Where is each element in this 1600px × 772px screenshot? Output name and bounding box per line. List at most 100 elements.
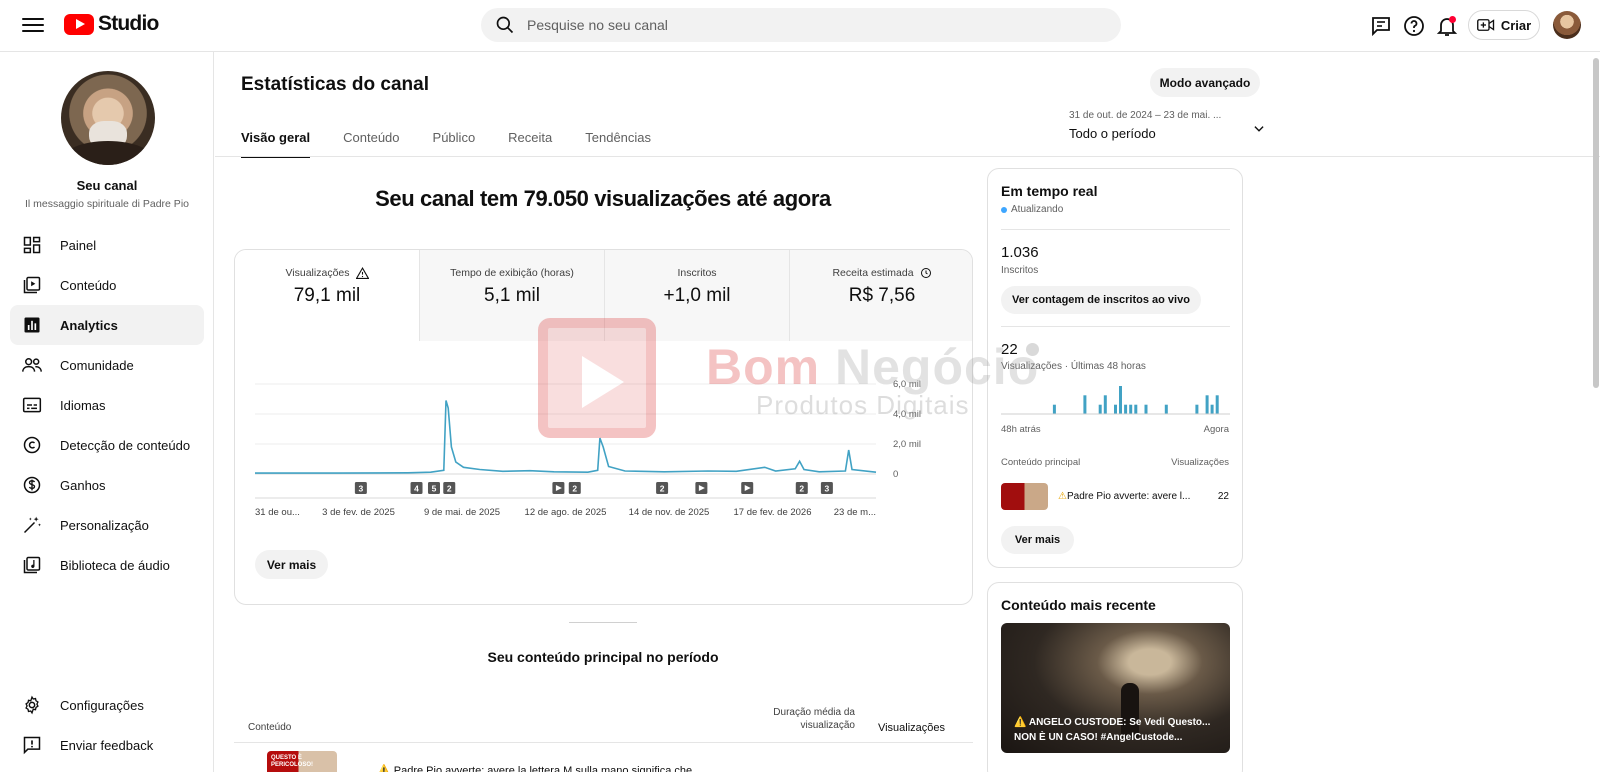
views-line-chart[interactable]: 02,0 mil4,0 mil6,0 mil3 4 5 2 2 2 2 331 de ou..… [235,341,973,531]
channel-subtitle: Il messaggio spirituale di Padre Pio [24,198,189,210]
tab-tendencias[interactable]: Tendências [585,128,651,158]
search-bar[interactable] [481,8,1121,42]
sidebar-item-label: Configurações [60,697,144,713]
column-header-content: Conteúdo [248,722,292,733]
sidebar-item-conteudo[interactable]: Conteúdo [10,265,204,305]
x-tick-label: 31 de ou... [255,507,300,518]
sidebar-item-feedback[interactable]: Enviar feedback [10,725,204,765]
date-range-dates: 31 de out. de 2024 – 23 de mai. ... [1069,110,1222,121]
warning-icon [355,267,369,279]
metric-value: 79,1 mil [293,285,361,306]
realtime-item-thumbnail[interactable] [1001,483,1048,510]
realtime-col-content: Conteúdo principal [1001,457,1081,468]
help-icon[interactable] [1402,14,1426,38]
sidebar-item-ganhos[interactable]: Ganhos [10,465,204,505]
live-subscriber-count-button[interactable]: Ver contagem de inscritos ao vivo [1001,286,1201,314]
create-button[interactable]: Criar [1468,10,1540,40]
section-divider [569,622,637,623]
sidebar-item-configuracoes[interactable]: Configurações [10,685,204,725]
realtime-bar-chart[interactable] [1001,374,1230,416]
date-range-selector[interactable]: 31 de out. de 2024 – 23 de mai. ... Todo… [1069,110,1274,141]
realtime-bar [1114,404,1117,414]
tab-publico[interactable]: Público [433,128,476,158]
realtime-subscribers-label: Inscritos [1001,265,1039,276]
channel-avatar[interactable] [61,71,155,165]
realtime-item-title[interactable]: ⚠Padre Pio avverte: avere l... [1058,491,1208,502]
realtime-bar [1083,395,1087,414]
x-tick-label: 23 de m... [834,507,876,518]
studio-logo[interactable]: Studio [64,12,159,36]
scrollbar[interactable] [1593,58,1599,388]
y-tick-label: 4,0 mil [893,409,921,420]
metric-subscribers[interactable]: Inscritos +1,0 mil [605,250,790,341]
views-series-line [255,400,877,474]
warning-icon: ⚠ [1058,491,1067,502]
copyright-icon [23,436,41,454]
marker-count: 5 [432,484,437,494]
info-icon[interactable] [1025,343,1039,356]
sidebar-item-idiomas[interactable]: Idiomas [10,385,204,425]
metric-revenue[interactable]: Receita estimada R$ 7,56 [790,250,972,341]
y-tick-label: 6,0 mil [893,379,921,390]
recent-content-title: Conteúdo mais recente [1001,597,1156,613]
sidebar-item-label: Detecção de conteúdo [60,437,191,453]
x-tick-label: 9 de mai. de 2025 [424,507,500,518]
tab-receita[interactable]: Receita [508,128,552,158]
realtime-status: Atualizando [1001,204,1063,215]
sidebar-item-painel[interactable]: Painel [10,225,204,265]
create-button-label: Criar [1500,17,1532,33]
divider [1001,326,1230,327]
metric-value: R$ 7,56 [848,285,916,306]
hamburger-menu-icon[interactable] [22,15,44,37]
marker-count: 3 [825,484,830,494]
realtime-col-views: Visualizações [1171,457,1229,468]
logo-text: Studio [98,12,159,35]
recent-video-thumbnail[interactable]: ⚠️ ANGELO CUSTODE: Se Vedi Questo... NON… [1001,623,1230,753]
marker-count: 2 [799,484,804,494]
tab-visao-geral[interactable]: Visão geral [241,128,311,158]
column-header-views[interactable]: Visualizações [871,722,945,734]
sidebar-item-analytics[interactable]: Analytics [10,305,204,345]
column-header-duration[interactable]: Duração média da visualização [755,706,855,732]
x-tick-label: 17 de fev. de 2026 [734,507,812,518]
sidebar: Seu canal Il messaggio spirituale di Pad… [0,52,214,772]
sidebar-item-personalizacao[interactable]: Personalização [10,505,204,545]
marker-count: 2 [447,484,452,494]
realtime-bar [1210,404,1214,414]
community-icon [22,358,42,372]
advanced-mode-button[interactable]: Modo avançado [1150,68,1260,97]
sidebar-item-label: Idiomas [60,397,106,413]
video-thumbnail[interactable]: QUESTO È PERICOLOSO! [267,751,337,772]
notifications-bell-icon[interactable] [1435,14,1459,38]
top-header: Studio Criar [0,0,1600,52]
marker-count: 2 [660,484,665,494]
tabs-divider [215,156,1600,157]
sidebar-bottom-nav: Configurações Enviar feedback [10,685,204,765]
chevron-down-icon [1254,126,1264,132]
main-content: Estatísticas do canal Modo avançado 31 d… [215,52,1600,772]
messages-icon[interactable] [1369,14,1393,38]
realtime-bar [1134,404,1138,414]
metric-views[interactable]: Visualizações 79,1 mil [235,250,420,341]
feedback-icon [23,736,41,755]
metric-watch-time[interactable]: Tempo de exibição (horas) 5,1 mil [420,250,605,341]
realtime-subscribers-value: 1.036 [1001,244,1039,261]
realtime-bar [1119,386,1122,414]
sidebar-item-biblioteca-audio[interactable]: Biblioteca de áudio [10,545,204,585]
realtime-bar [1205,395,1209,414]
realtime-see-more-button[interactable]: Ver mais [1001,526,1074,554]
realtime-views-label: Visualizações · Últimas 48 horas [1001,361,1146,372]
tab-conteudo[interactable]: Conteúdo [343,128,399,158]
table-row-title[interactable]: ⚠️ Padre Pio avverte: avere la lettera M… [377,764,701,772]
analytics-icon [24,317,40,333]
sidebar-item-label: Personalização [60,517,149,533]
search-icon [496,16,514,34]
search-input[interactable] [527,17,1087,33]
sidebar-item-deteccao[interactable]: Detecção de conteúdo [10,425,204,465]
x-tick-label: 14 de nov. de 2025 [629,507,710,518]
recent-video-caption: ⚠️ ANGELO CUSTODE: Se Vedi Questo... NON… [1014,717,1211,743]
see-more-button[interactable]: Ver mais [255,550,328,579]
account-avatar[interactable] [1553,11,1581,39]
realtime-axis-start: 48h atrás [1001,424,1041,435]
sidebar-item-comunidade[interactable]: Comunidade [10,345,204,385]
